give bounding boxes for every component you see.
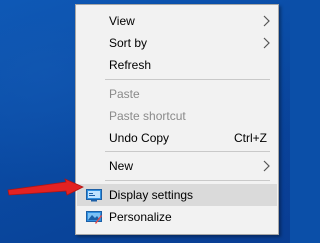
desktop-context-menu: View Sort by Refresh Paste Paste shortcu… bbox=[75, 4, 279, 235]
menu-item-label: Refresh bbox=[109, 58, 152, 72]
menu-separator bbox=[105, 79, 270, 80]
menu-item-personalize[interactable]: Personalize bbox=[77, 206, 277, 228]
chevron-right-icon bbox=[263, 160, 270, 172]
menu-item-view[interactable]: View bbox=[77, 10, 277, 32]
menu-item-label: Undo Copy bbox=[109, 131, 170, 145]
menu-item-label: Personalize bbox=[109, 210, 172, 224]
chevron-right-icon bbox=[263, 15, 270, 27]
display-settings-icon bbox=[86, 189, 102, 202]
personalize-icon bbox=[86, 211, 102, 224]
menu-item-label: Paste shortcut bbox=[109, 109, 186, 123]
menu-item-label: View bbox=[109, 14, 135, 28]
menu-item-label: Display settings bbox=[109, 188, 194, 202]
menu-item-paste[interactable]: Paste bbox=[77, 83, 277, 105]
menu-item-label: Paste bbox=[109, 87, 140, 101]
chevron-right-icon bbox=[263, 37, 270, 49]
menu-item-refresh[interactable]: Refresh bbox=[77, 54, 277, 76]
menu-item-paste-shortcut[interactable]: Paste shortcut bbox=[77, 105, 277, 127]
menu-item-new[interactable]: New bbox=[77, 155, 277, 177]
annotation-arrow-icon bbox=[7, 178, 84, 196]
menu-separator bbox=[105, 151, 270, 152]
menu-item-label: New bbox=[109, 159, 134, 173]
menu-item-label: Sort by bbox=[109, 36, 148, 50]
menu-item-display-settings[interactable]: Display settings bbox=[77, 184, 277, 206]
menu-item-undo-copy[interactable]: Undo Copy Ctrl+Z bbox=[77, 127, 277, 149]
menu-item-sort-by[interactable]: Sort by bbox=[77, 32, 277, 54]
menu-item-shortcut: Ctrl+Z bbox=[234, 131, 267, 145]
menu-separator bbox=[105, 180, 270, 181]
